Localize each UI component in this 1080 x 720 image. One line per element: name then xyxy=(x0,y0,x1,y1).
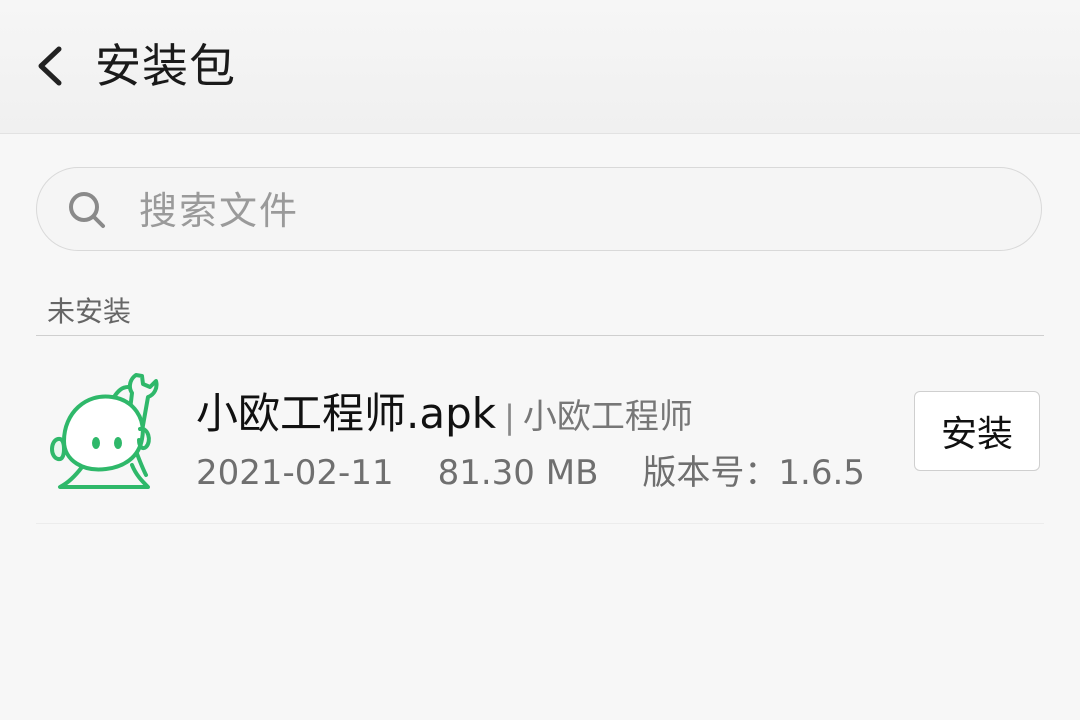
install-button[interactable]: 安装 xyxy=(914,391,1040,471)
robot-wrench-app-icon xyxy=(50,373,159,489)
search-icon xyxy=(69,192,105,228)
screen: 安装包 未安装 xyxy=(0,0,1080,720)
search-input[interactable] xyxy=(137,180,1001,242)
list-item[interactable]: 小欧工程师.apk | 小欧工程师 2021-02-11 81.30 MB 版本号：1.… xyxy=(36,345,1044,524)
app-meta: 2021-02-11 81.30 MB 版本号：1.6.5 xyxy=(196,445,909,494)
chevron-left-icon xyxy=(38,46,62,86)
section-divider xyxy=(36,335,1044,336)
app-publisher: 小欧工程师 xyxy=(522,397,693,437)
app-size: 81.30 MB xyxy=(437,453,599,493)
app-date: 2021-02-11 xyxy=(196,453,394,493)
app-version: 版本号：1.6.5 xyxy=(642,453,865,493)
title-separator: | xyxy=(504,398,515,436)
app-title: 小欧工程师.apk | 小欧工程师 xyxy=(196,380,693,441)
back-button[interactable] xyxy=(20,30,80,102)
header-bar: 安装包 xyxy=(0,0,1080,134)
section-label-not-installed: 未安装 xyxy=(47,295,132,328)
app-file-name: 小欧工程师.apk xyxy=(196,389,497,438)
page-title: 安装包 xyxy=(95,39,236,93)
search-bar[interactable] xyxy=(36,167,1042,251)
